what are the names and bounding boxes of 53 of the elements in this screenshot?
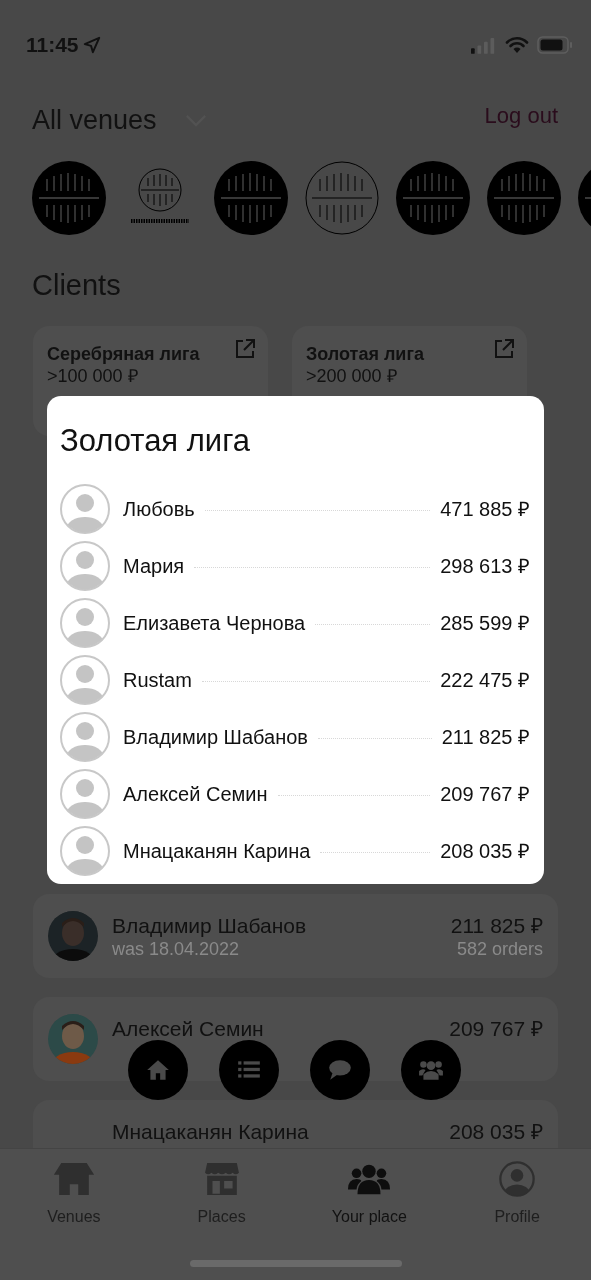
avatar-icon (60, 483, 110, 534)
signal-icon (471, 36, 497, 54)
client-total: 471 885 ₽ (440, 496, 530, 522)
venue-dropdown[interactable]: All venues (32, 99, 207, 141)
section-title: Clients (31, 268, 122, 303)
client-card[interactable]: Мнацаканян Карина 208 035 ₽ (33, 1100, 558, 1148)
league-name: Серебряная лига (47, 343, 200, 365)
client-total: 209 767 ₽ (449, 1015, 543, 1041)
client-total: 298 613 ₽ (440, 553, 530, 579)
tab[interactable]: Your place (295, 1161, 444, 1280)
venue-logo-icon[interactable] (305, 161, 379, 235)
location-arrow-icon (82, 36, 101, 54)
league-threshold: >200 000 ₽ (306, 365, 397, 387)
avatar-icon (60, 768, 110, 819)
client-name: Елизавета Чернова (123, 610, 306, 636)
venue-logo-icon[interactable] (214, 161, 288, 235)
client-card[interactable]: Владимир Шабанов was 18.04.2022 211 825 ₽ 582 orders (33, 894, 558, 978)
client-name: Rustam (123, 667, 192, 693)
client-total: 208 035 ₽ (449, 1118, 543, 1144)
client-name: Владимир Шабанов (112, 912, 308, 938)
avatar-icon (60, 825, 110, 876)
avatar-icon (60, 654, 110, 705)
client-orders: 582 orders (456, 937, 543, 960)
client-total: 208 035 ₽ (440, 838, 530, 864)
client-name: Мнацаканян Карина (112, 1118, 310, 1144)
venue-logo-icon[interactable] (32, 161, 106, 235)
battery-icon (537, 36, 573, 54)
client-name: Мария (123, 553, 185, 579)
league-threshold: >100 000 ₽ (47, 365, 138, 387)
status-time: 11:45 (26, 32, 79, 59)
house-icon (51, 1161, 96, 1197)
logout-link[interactable]: Log out (484, 98, 558, 132)
client-name: Владимир Шабанов (123, 724, 308, 750)
avatar-icon (60, 540, 110, 591)
client-total: 211 825 ₽ (450, 912, 543, 938)
wifi-icon (505, 36, 529, 54)
client-name: Мнацаканян Карина (123, 838, 311, 864)
external-link-icon[interactable] (234, 338, 256, 360)
chat-icon (327, 1057, 353, 1083)
client-total: 211 825 ₽ (441, 724, 530, 750)
client-name: Любовь (123, 496, 195, 522)
avatar-icon (60, 597, 110, 648)
avatar-icon (60, 711, 110, 762)
venue-logo-icon[interactable] (396, 161, 470, 235)
client-last-visit: was 18.04.2022 (112, 937, 241, 960)
league-name: Золотая лига (306, 343, 424, 365)
client-name: Алексей Семин (123, 781, 268, 807)
client-total: 222 475 ₽ (440, 667, 530, 693)
venue-logo-icon[interactable] (487, 161, 561, 235)
client-total: 209 767 ₽ (440, 781, 530, 807)
client-name: Алексей Семин (112, 1015, 265, 1041)
external-link-icon[interactable] (493, 338, 515, 360)
client-total: 285 599 ₽ (440, 610, 530, 636)
